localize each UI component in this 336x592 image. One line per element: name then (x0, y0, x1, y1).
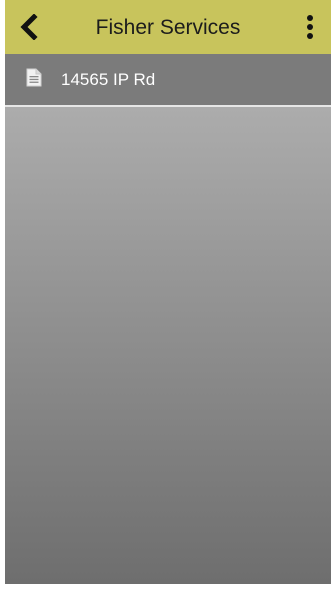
chevron-left-icon (20, 14, 38, 40)
document-icon (26, 68, 42, 87)
app-screen: Fisher Services 14565 IP Rd (5, 0, 331, 584)
list-item[interactable]: 14565 IP Rd (5, 54, 331, 105)
back-button[interactable] (9, 7, 49, 47)
content-area (5, 107, 331, 584)
app-bar: Fisher Services (5, 0, 331, 54)
overflow-menu-button[interactable] (295, 7, 325, 47)
list-item-label: 14565 IP Rd (61, 70, 156, 89)
page-title: Fisher Services (95, 16, 241, 39)
more-vertical-icon (307, 15, 313, 39)
